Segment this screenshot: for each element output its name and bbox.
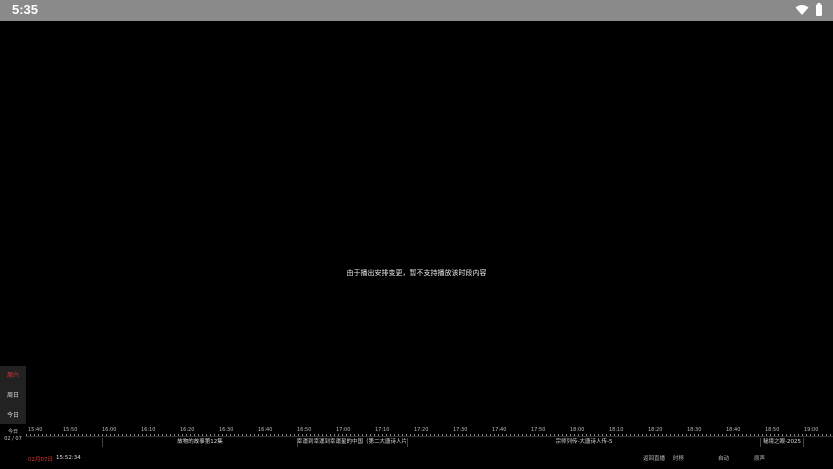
day-item-today[interactable]: 今日 xyxy=(0,410,26,419)
tick-label: 17:20 xyxy=(414,427,429,433)
tick-label: 17:10 xyxy=(375,427,390,433)
tick-label: 18:10 xyxy=(609,427,624,433)
status-clock: 5:35 xyxy=(12,2,39,17)
return-live-button[interactable]: 返回直播 xyxy=(643,454,665,462)
tick-label: 17:40 xyxy=(492,427,507,433)
auto-quality-button[interactable]: 自动 xyxy=(718,454,729,462)
playback-unavailable-message: 由于播出安排变更，暂不支持播放该时段内容 xyxy=(346,269,487,277)
tick-label: 16:50 xyxy=(297,427,312,433)
tick-label: 15:50 xyxy=(63,427,78,433)
tick-label: 18:50 xyxy=(765,427,780,433)
tick-label: 17:00 xyxy=(336,427,351,433)
program-strip: 故物的故事第12集 幸運到幸運到幸運星的中国（第二大唐诗人片 宗师列传-大唐诗人… xyxy=(26,436,833,448)
battery-icon xyxy=(816,3,822,16)
tick-label: 18:00 xyxy=(570,427,585,433)
timeline-date-box: 今日 02 / 07 xyxy=(0,427,26,447)
tick-label: 15:40 xyxy=(28,427,43,433)
tick-label: 17:30 xyxy=(453,427,468,433)
day-item-sunday[interactable]: 周日 xyxy=(0,390,26,399)
today-label: 今日 xyxy=(7,429,18,435)
program-item[interactable]: 故物的故事第12集 xyxy=(103,438,297,448)
wifi-icon xyxy=(795,4,809,15)
program-separator xyxy=(803,438,804,447)
program-item[interactable]: 宗师列传-大唐诗人传-5 xyxy=(408,438,760,448)
program-item[interactable]: 幸運到幸運到幸運星的中国（第二大唐诗人片 xyxy=(296,438,408,448)
bottom-bar: 02月07日 15:52:34 返回直播 时移 自动 原声 xyxy=(0,451,833,465)
day-item-saturday[interactable]: 周六 xyxy=(0,370,26,379)
original-audio-button[interactable]: 原声 xyxy=(754,454,765,462)
current-date: 02月07日 xyxy=(28,457,53,463)
tick-label: 16:30 xyxy=(219,427,234,433)
tick-label: 16:20 xyxy=(180,427,195,433)
tick-label: 16:10 xyxy=(141,427,156,433)
program-item[interactable]: 秘境之眼-2025 xyxy=(761,438,803,448)
day-selector: 周六 周日 今日 xyxy=(0,366,26,424)
tick-label: 16:40 xyxy=(258,427,273,433)
tick-label: 18:20 xyxy=(648,427,663,433)
tick-label: 16:00 xyxy=(102,427,117,433)
tick-label: 18:30 xyxy=(687,427,702,433)
status-bar: 5:35 xyxy=(0,0,833,21)
date-label: 02 / 07 xyxy=(4,436,22,442)
current-time: 15:52:34 xyxy=(56,455,81,461)
timeshift-button[interactable]: 时移 xyxy=(673,454,684,462)
tick-label: 17:50 xyxy=(531,427,546,433)
tick-label: 18:40 xyxy=(726,427,741,433)
tick-label: 19:00 xyxy=(804,427,819,433)
